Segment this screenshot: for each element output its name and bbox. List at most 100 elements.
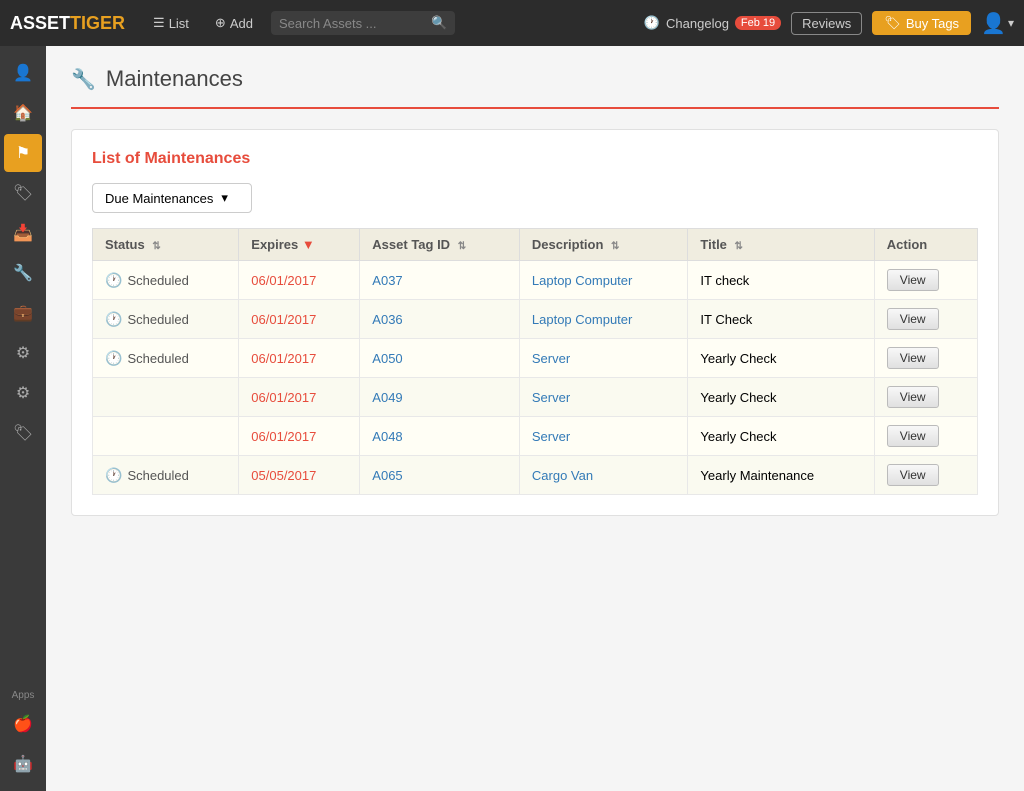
cell-title: Yearly Check xyxy=(688,339,874,378)
cell-title: IT check xyxy=(688,261,874,300)
cell-expires: 06/01/2017 xyxy=(239,339,360,378)
sidebar-item-flag[interactable]: ⚑ xyxy=(4,134,42,172)
sidebar-item-label[interactable]: 🏷 xyxy=(4,414,42,452)
search-input[interactable] xyxy=(279,16,431,31)
cell-action: View xyxy=(874,300,977,339)
cell-expires: 06/01/2017 xyxy=(239,417,360,456)
logo: ASSETTIGER xyxy=(10,13,125,34)
dropdown-label: Due Maintenances xyxy=(105,191,213,206)
sort-description-icon[interactable]: ⇅ xyxy=(611,241,619,252)
asset-tag-link[interactable]: A065 xyxy=(372,468,402,483)
description-link[interactable]: Server xyxy=(532,351,570,366)
reviews-label: Reviews xyxy=(802,16,851,31)
list-button[interactable]: ☰ List xyxy=(145,11,197,35)
table-row: 🕐Scheduled05/05/2017A065Cargo VanYearly … xyxy=(93,456,978,495)
changelog-button[interactable]: 🕐 Changelog Feb 19 xyxy=(644,15,781,31)
sidebar-item-home[interactable]: 🏠 xyxy=(4,94,42,132)
description-link[interactable]: Laptop Computer xyxy=(532,273,632,288)
cell-asset-tag-id: A065 xyxy=(360,456,520,495)
description-link[interactable]: Server xyxy=(532,429,570,444)
sort-asset-tag-icon[interactable]: ⇅ xyxy=(458,241,466,252)
expires-date: 06/01/2017 xyxy=(251,429,316,444)
cell-expires: 06/01/2017 xyxy=(239,378,360,417)
feb-badge: Feb 19 xyxy=(735,16,781,30)
description-link[interactable]: Cargo Van xyxy=(532,468,593,483)
cell-status: 🕐Scheduled xyxy=(93,261,239,300)
cell-description: Server xyxy=(519,378,688,417)
col-asset-tag-id: Asset Tag ID ⇅ xyxy=(360,229,520,261)
cell-status xyxy=(93,378,239,417)
page-header: 🔧 Maintenances xyxy=(71,66,999,92)
view-button[interactable]: View xyxy=(887,269,939,291)
table-header-row: Status ⇅ Expires ▼ Asset Tag ID ⇅ Desc xyxy=(93,229,978,261)
cell-expires: 06/01/2017 xyxy=(239,300,360,339)
cell-asset-tag-id: A050 xyxy=(360,339,520,378)
cell-title: Yearly Check xyxy=(688,378,874,417)
table-row: 🕐Scheduled06/01/2017A050ServerYearly Che… xyxy=(93,339,978,378)
col-expires: Expires ▼ xyxy=(239,229,360,261)
cell-expires: 05/05/2017 xyxy=(239,456,360,495)
status-text: Scheduled xyxy=(127,351,188,366)
user-menu-button[interactable]: 👤 ▾ xyxy=(981,11,1014,36)
logo-part1: ASSET xyxy=(10,13,70,33)
card-title: List of Maintenances xyxy=(92,150,978,168)
maintenances-table: Status ⇅ Expires ▼ Asset Tag ID ⇅ Desc xyxy=(92,228,978,495)
scheduled-clock-icon: 🕐 xyxy=(105,467,122,484)
sort-expires-icon[interactable]: ▼ xyxy=(302,237,315,252)
buy-tags-button[interactable]: 🏷 Buy Tags xyxy=(872,11,971,35)
sidebar-item-tag[interactable]: 🏷 xyxy=(4,174,42,212)
main-content: 🔧 Maintenances List of Maintenances Due … xyxy=(46,46,1024,791)
asset-tag-link[interactable]: A037 xyxy=(372,273,402,288)
asset-tag-link[interactable]: A050 xyxy=(372,351,402,366)
sort-title-icon[interactable]: ⇅ xyxy=(735,241,743,252)
cell-description: Server xyxy=(519,339,688,378)
view-button[interactable]: View xyxy=(887,425,939,447)
cell-asset-tag-id: A049 xyxy=(360,378,520,417)
col-status: Status ⇅ xyxy=(93,229,239,261)
description-link[interactable]: Server xyxy=(532,390,570,405)
add-icon: ⊕ xyxy=(215,15,226,31)
cell-expires: 06/01/2017 xyxy=(239,261,360,300)
chevron-down-icon: ▾ xyxy=(1008,16,1014,30)
table-row: 🕐Scheduled06/01/2017A036Laptop ComputerI… xyxy=(93,300,978,339)
sort-status-icon[interactable]: ⇅ xyxy=(152,241,160,252)
add-button[interactable]: ⊕ Add xyxy=(207,11,261,35)
view-button[interactable]: View xyxy=(887,347,939,369)
view-button[interactable]: View xyxy=(887,308,939,330)
clock-icon: 🕐 xyxy=(644,15,660,31)
sidebar-item-settings[interactable]: ⚙ xyxy=(4,334,42,372)
due-maintenances-dropdown[interactable]: Due Maintenances ▾ xyxy=(92,183,252,213)
search-wrap: 🔍 xyxy=(271,11,455,35)
asset-tag-link[interactable]: A048 xyxy=(372,429,402,444)
cell-title: Yearly Check xyxy=(688,417,874,456)
sidebar-item-android[interactable]: 🤖 xyxy=(4,745,42,783)
user-avatar-icon: 👤 xyxy=(981,11,1006,36)
cell-action: View xyxy=(874,417,977,456)
reviews-button[interactable]: Reviews xyxy=(791,12,862,35)
sidebar-item-briefcase[interactable]: 💼 xyxy=(4,294,42,332)
list-icon: ☰ xyxy=(153,15,165,31)
view-button[interactable]: View xyxy=(887,386,939,408)
page-title: Maintenances xyxy=(106,66,243,92)
description-link[interactable]: Laptop Computer xyxy=(532,312,632,327)
sidebar-item-apple[interactable]: 🍎 xyxy=(4,705,42,743)
sidebar-item-inbox[interactable]: 📥 xyxy=(4,214,42,252)
asset-tag-link[interactable]: A036 xyxy=(372,312,402,327)
cell-description: Laptop Computer xyxy=(519,300,688,339)
sidebar-item-user[interactable]: 👤 xyxy=(4,54,42,92)
col-title: Title ⇅ xyxy=(688,229,874,261)
cell-action: View xyxy=(874,261,977,300)
sidebar-item-gear[interactable]: ⚙ xyxy=(4,374,42,412)
content-card: List of Maintenances Due Maintenances ▾ … xyxy=(71,129,999,516)
expires-date: 06/01/2017 xyxy=(251,390,316,405)
cell-asset-tag-id: A036 xyxy=(360,300,520,339)
asset-tag-link[interactable]: A049 xyxy=(372,390,402,405)
sidebar-item-wrench[interactable]: 🔧 xyxy=(4,254,42,292)
sidebar-apps: Apps 🍎 🤖 xyxy=(4,690,42,791)
view-button[interactable]: View xyxy=(887,464,939,486)
table-row: 06/01/2017 A048 Server Yearly Check View xyxy=(93,417,978,456)
sidebar: 👤 🏠 ⚑ 🏷 📥 🔧 💼 ⚙ ⚙ 🏷 Apps 🍎 🤖 xyxy=(0,46,46,791)
cell-status xyxy=(93,417,239,456)
status-text: Scheduled xyxy=(127,273,188,288)
expires-date: 05/05/2017 xyxy=(251,468,316,483)
